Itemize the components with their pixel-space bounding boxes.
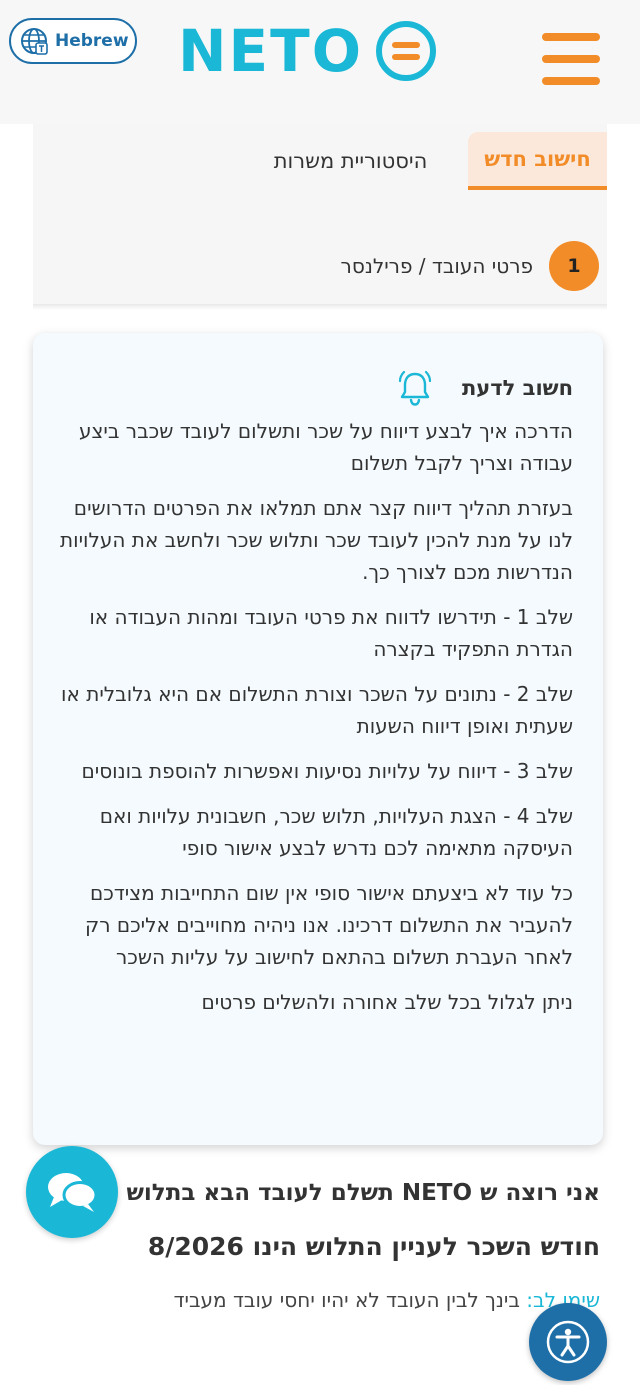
info-paragraph: בעזרת תהליך דיווח קצר אתם תמלאו את הפרטי…	[59, 496, 573, 584]
logo-text: NETO	[178, 17, 364, 85]
menu-bar	[542, 33, 600, 41]
chat-button[interactable]	[26, 1146, 118, 1238]
bell-icon	[398, 370, 432, 406]
tab-job-history[interactable]: היסטוריית משרות	[233, 132, 468, 190]
step-label: פרטי העובד / פרילנסר	[340, 254, 533, 278]
globe-icon	[21, 28, 48, 55]
card-header: חשוב לדעת	[55, 363, 573, 413]
payment-question: אני רוצה ש NETO תשלם לעובד הבא בתלוש	[126, 1180, 600, 1206]
calculator-tabs-panel: חישוב חדש היסטוריית משרות 1 פרטי העובד /…	[33, 124, 607, 304]
info-paragraph: כל עוד לא ביצעתם אישור סופי אין שום התחי…	[85, 881, 573, 969]
step-indicator: 1 פרטי העובד / פרילנסר	[33, 236, 607, 296]
accessibility-icon	[546, 1320, 590, 1364]
card-title: חשוב לדעת	[461, 376, 573, 400]
accessibility-button[interactable]	[529, 1303, 607, 1381]
info-step-4: שלב 4 - הצגת העלויות, תלוש שכר, חשבונית …	[99, 804, 573, 860]
menu-bar	[542, 77, 600, 85]
note-text: בינך לבין העובד לא יהיו יחסי עובד מעביד	[173, 1288, 527, 1312]
language-button[interactable]: Hebrew	[9, 18, 137, 64]
info-step-2: שלב 2 - נתונים על השכר וצורת התשלום אם ה…	[61, 682, 573, 738]
employer-note: שימו לב: בינך לבין העובד לא יהיו יחסי עו…	[174, 1288, 600, 1312]
important-info-card: חשוב לדעת הדרכה איך לבצע דיווח על שכר ות…	[33, 333, 603, 1145]
info-paragraph: ניתן לגלול בכל שלב אחורה ולהשלים פרטים	[201, 990, 573, 1014]
chat-bubbles-icon	[48, 1173, 98, 1212]
info-step-3: שלב 3 - דיווח על עלויות נסיעות ואפשרות ל…	[81, 759, 573, 783]
menu-bar	[542, 55, 600, 63]
salary-month-line: חודש השכר לעניין התלוש הינו 8/2026	[147, 1232, 600, 1261]
panel-divider	[33, 304, 607, 310]
step-number-badge: 1	[549, 241, 599, 291]
equals-circle-icon	[376, 21, 437, 81]
hamburger-menu-icon[interactable]	[542, 33, 600, 85]
site-header: Hebrew NETO	[0, 0, 640, 124]
neto-logo[interactable]: NETO	[178, 18, 437, 84]
info-step-1: שלב 1 - תידרשו לדווח את פרטי העובד ומהות…	[89, 605, 573, 661]
info-paragraph: הדרכה איך לבצע דיווח על שכר ותשלום לעובד…	[79, 419, 573, 475]
tab-new-calculation[interactable]: חישוב חדש	[468, 132, 607, 190]
language-label: Hebrew	[55, 31, 129, 51]
